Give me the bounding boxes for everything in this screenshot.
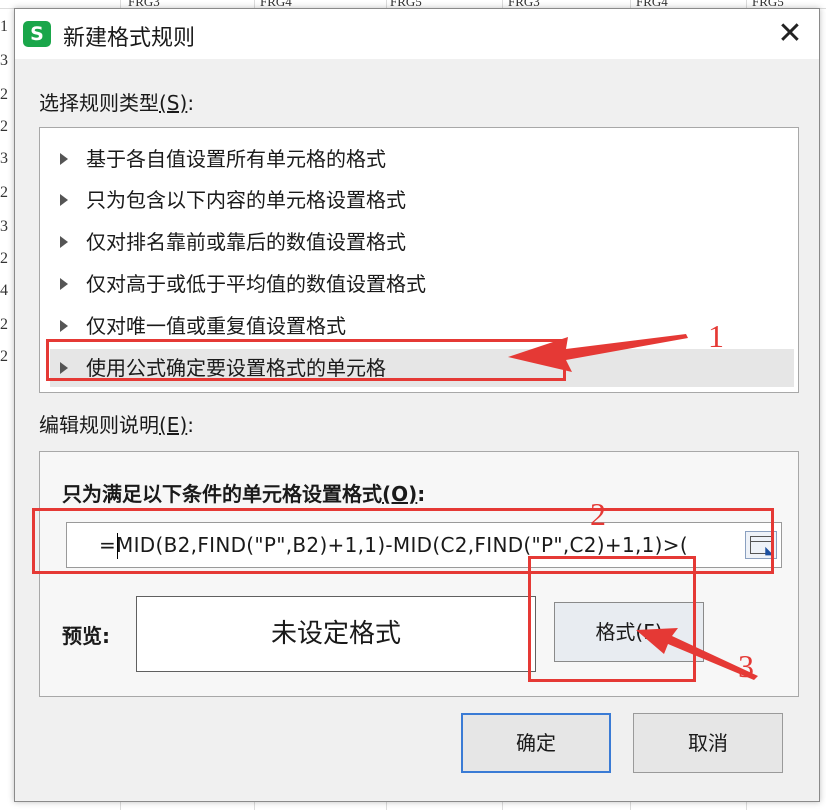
annotation-arrow-3 — [636, 628, 758, 680]
annotation-arrows — [508, 334, 758, 680]
annotation-arrow-1 — [508, 334, 688, 372]
